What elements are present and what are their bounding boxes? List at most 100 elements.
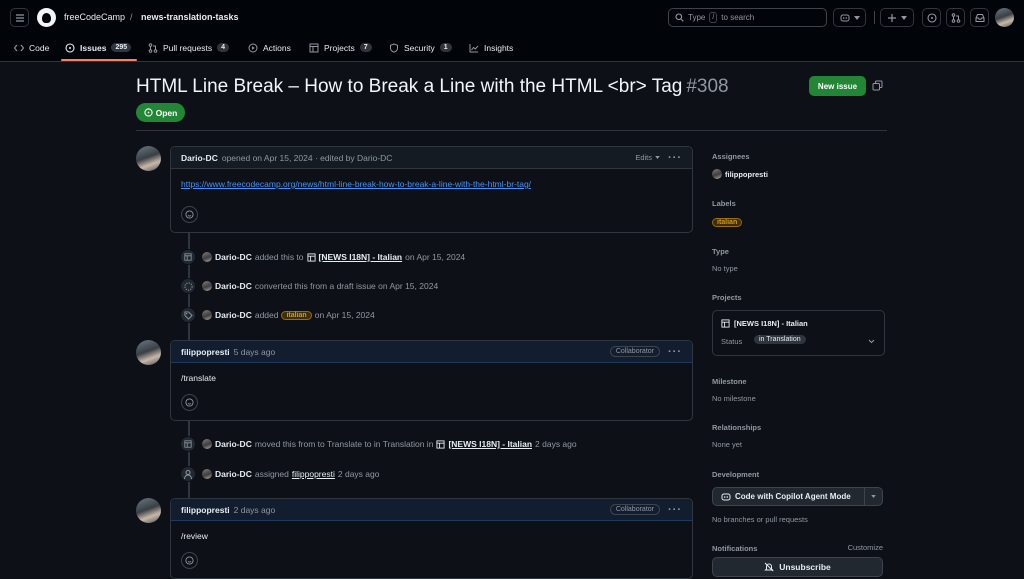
add-reaction-button[interactable] (181, 394, 198, 411)
development-value: No branches or pull requests (712, 515, 808, 524)
event-text: added (254, 310, 279, 320)
event-actor[interactable]: Dario-DC (215, 469, 252, 479)
issues-count: 295 (111, 43, 132, 52)
assignee-link[interactable]: filippopresti (292, 469, 335, 479)
chevron-down-icon (900, 15, 907, 20)
labels-heading[interactable]: Labels (712, 199, 887, 208)
search-suffix: to search (721, 13, 755, 22)
event-text: moved this from to Translate to in Trans… (254, 439, 434, 449)
tab-actions-label: Actions (263, 42, 291, 53)
breadcrumb-repo[interactable]: news-translation-tasks (141, 12, 239, 22)
user-avatar[interactable] (995, 8, 1014, 27)
event-actor[interactable]: Dario-DC (215, 310, 252, 320)
tab-code[interactable]: Code (14, 41, 49, 54)
tab-actions[interactable]: Actions (248, 41, 291, 54)
issue-opened-icon (926, 12, 937, 23)
avatar[interactable] (202, 439, 212, 449)
article-link[interactable]: https://www.freecodecamp.org/news/html-l… (181, 179, 531, 189)
projects-count: 7 (359, 43, 372, 52)
comment-options-button[interactable]: ··· (668, 346, 682, 358)
copilot-agent-button[interactable]: Code with Copilot Agent Mode (712, 487, 883, 506)
bell-slash-icon (764, 562, 774, 572)
tab-projects-label: Projects (324, 42, 355, 53)
project-name-text: [NEWS I18N] - Italian (734, 319, 808, 328)
assignees-heading[interactable]: Assignees (712, 152, 887, 161)
inbox-button[interactable] (970, 8, 989, 27)
table-icon (180, 436, 196, 452)
copilot-dropdown[interactable] (864, 488, 876, 505)
search-input[interactable]: Type / to search (668, 8, 827, 27)
create-new-button[interactable] (880, 8, 914, 27)
project-status-value[interactable]: in Translation (754, 335, 806, 344)
comment: filippopresti 2 days ago Collaborator ··… (170, 498, 693, 579)
shield-icon (390, 42, 398, 53)
timeline-line (188, 420, 190, 498)
tab-issues[interactable]: Issues 295 (65, 41, 132, 54)
relationships-heading[interactable]: Relationships (712, 423, 887, 432)
label-italian[interactable]: italian (712, 218, 743, 227)
tab-code-label: Code (29, 42, 50, 53)
event-actor[interactable]: Dario-DC (215, 439, 252, 449)
github-logo-icon[interactable] (37, 8, 56, 27)
assignee-item[interactable]: filippopresti (712, 169, 887, 179)
project-name[interactable]: [NEWS I18N] - Italian (721, 319, 808, 328)
smiley-icon (185, 556, 194, 565)
issue-opened-icon (65, 42, 75, 53)
copilot-button[interactable] (833, 8, 866, 27)
tab-security-label: Security (404, 42, 435, 53)
add-reaction-button[interactable] (181, 206, 198, 223)
comment-header: Dario-DC opened on Apr 15, 2024 · edited… (171, 147, 692, 169)
breadcrumb-separator: / (130, 12, 133, 22)
event-actor[interactable]: Dario-DC (215, 252, 252, 262)
avatar[interactable] (202, 310, 212, 320)
author-avatar[interactable] (136, 146, 161, 171)
pull-requests-shortcut-button[interactable] (946, 8, 965, 27)
issue-body-comment: Dario-DC opened on Apr 15, 2024 · edited… (170, 146, 693, 233)
new-issue-button[interactable]: New issue (809, 76, 866, 96)
issue-title-text: HTML Line Break – How to Break a Line wi… (136, 76, 683, 97)
customize-link[interactable]: Customize (848, 543, 883, 552)
tab-projects[interactable]: Projects 7 (309, 41, 372, 54)
avatar[interactable] (202, 469, 212, 479)
git-pull-request-icon (148, 42, 158, 53)
timeline-event: Dario-DC converted this from a draft iss… (180, 278, 438, 294)
header-divider (136, 130, 887, 131)
security-count: 1 (439, 43, 452, 52)
comment-options-button[interactable]: ··· (668, 504, 682, 516)
project-status-label: Status (721, 337, 743, 346)
menu-button[interactable] (10, 8, 29, 27)
development-heading[interactable]: Development (712, 470, 887, 479)
commenter-avatar[interactable] (136, 340, 161, 365)
unsubscribe-button[interactable]: Unsubscribe (712, 557, 883, 577)
comment-options-button[interactable]: ··· (668, 152, 682, 164)
edits-dropdown[interactable]: Edits (635, 153, 660, 162)
tab-insights[interactable]: Insights (469, 41, 513, 54)
event-actor[interactable]: Dario-DC (215, 281, 252, 291)
avatar[interactable] (202, 281, 212, 291)
copy-link-button[interactable] (872, 80, 883, 91)
project-link[interactable]: [NEWS I18N] - Italian (448, 439, 532, 449)
project-link[interactable]: [NEWS I18N] - Italian (319, 252, 403, 262)
comment-author[interactable]: filippopresti (181, 505, 230, 515)
issues-shortcut-button[interactable] (922, 8, 941, 27)
avatar[interactable] (202, 252, 212, 262)
comment-body: /review (181, 531, 208, 541)
comment-meta: 2 days ago (233, 504, 276, 515)
timeline-event: Dario-DC added italian on Apr 15, 2024 (180, 307, 375, 323)
chevron-down-icon[interactable] (868, 339, 875, 344)
comment-author[interactable]: filippopresti (181, 347, 230, 357)
milestone-heading[interactable]: Milestone (712, 377, 887, 386)
project-card: [NEWS I18N] - Italian Status in Translat… (712, 310, 885, 356)
commenter-avatar[interactable] (136, 498, 161, 523)
search-shortcut-key: / (709, 12, 718, 23)
projects-heading[interactable]: Projects (712, 293, 887, 302)
status-badge: Open (136, 103, 185, 122)
tab-pull-requests[interactable]: Pull requests 4 (148, 41, 230, 54)
label-italian[interactable]: italian (281, 310, 312, 320)
add-reaction-button[interactable] (181, 552, 198, 569)
tab-security[interactable]: Security 1 (389, 41, 452, 54)
type-heading[interactable]: Type (712, 247, 887, 256)
breadcrumb-org[interactable]: freeCodeCamp (64, 12, 125, 22)
search-icon (675, 13, 684, 22)
comment-author[interactable]: Dario-DC (181, 153, 218, 163)
